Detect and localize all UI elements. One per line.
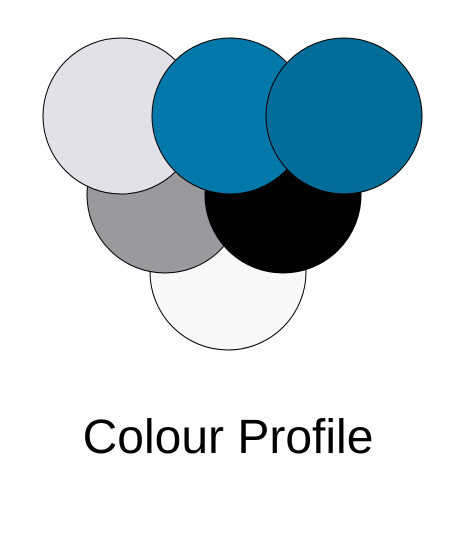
swatch-dark-blue bbox=[265, 37, 423, 195]
palette-title: Colour Profile bbox=[82, 411, 374, 464]
colour-palette-diagram bbox=[42, 37, 423, 351]
